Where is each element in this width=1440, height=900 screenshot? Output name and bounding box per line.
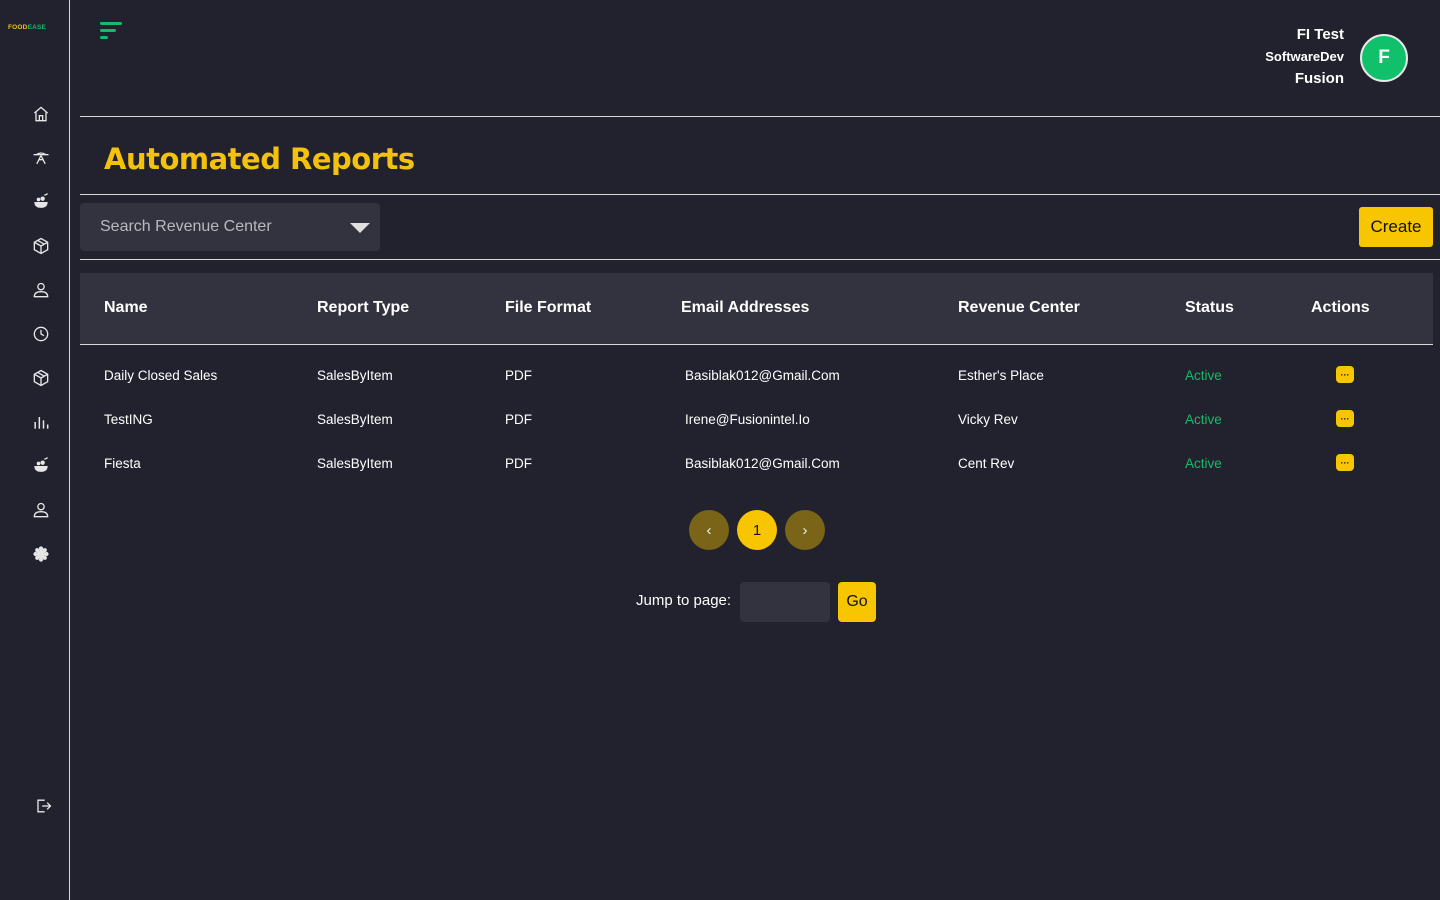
menu-bowl-icon[interactable]	[30, 191, 52, 213]
column-header-report-type[interactable]: Report Type	[317, 299, 409, 317]
package-icon[interactable]	[30, 367, 52, 389]
cell-report-type: SalesByItem	[317, 456, 393, 471]
user-info: FI Test SoftwareDev Fusion	[1265, 24, 1344, 90]
pagination-page-1[interactable]: 1	[737, 510, 777, 550]
table-row[interactable]: TestING SalesByItem PDF Irene@Fusioninte…	[80, 398, 1433, 442]
settings-icon[interactable]	[30, 543, 52, 565]
pagination-next-button[interactable]: ›	[785, 510, 825, 550]
go-button[interactable]: Go	[838, 582, 876, 622]
header-divider	[80, 116, 1440, 117]
jump-to-page-input[interactable]	[740, 582, 830, 622]
user-role: SoftwareDev	[1265, 49, 1344, 64]
row-actions-button[interactable]: ···	[1336, 454, 1354, 471]
cell-email: Basiblak012@Gmail.Com	[685, 456, 840, 471]
cell-revenue-center: Esther's Place	[958, 368, 1044, 383]
sidebar: FOODEASE	[0, 0, 70, 900]
row-actions-button[interactable]: ···	[1336, 366, 1354, 383]
user-icon[interactable]	[30, 279, 52, 301]
cell-revenue-center: Cent Rev	[958, 456, 1015, 471]
cell-email: Irene@Fusionintel.Io	[685, 412, 810, 427]
chevron-down-icon	[350, 223, 370, 233]
table-row[interactable]: Fiesta SalesByItem PDF Basiblak012@Gmail…	[80, 442, 1433, 486]
cell-file-format: PDF	[505, 368, 532, 383]
cell-name: TestING	[104, 412, 153, 427]
page-title: Automated Reports	[104, 142, 415, 176]
food-tray-icon[interactable]	[30, 147, 52, 169]
cell-revenue-center: Vicky Rev	[958, 412, 1018, 427]
create-button[interactable]: Create	[1359, 207, 1433, 247]
account-icon[interactable]	[30, 499, 52, 521]
cell-report-type: SalesByItem	[317, 412, 393, 427]
cell-name: Daily Closed Sales	[104, 368, 218, 383]
row-actions-button[interactable]: ···	[1336, 410, 1354, 427]
cell-status: Active	[1185, 368, 1222, 383]
menu-toggle-icon[interactable]	[98, 20, 126, 42]
user-name: FI Test	[1296, 26, 1344, 43]
cell-status: Active	[1185, 456, 1222, 471]
column-header-status[interactable]: Status	[1185, 299, 1234, 317]
jump-to-page-label: Jump to page:	[636, 592, 732, 609]
table-header: Name Report Type File Format Email Addre…	[80, 273, 1433, 345]
column-header-file-format[interactable]: File Format	[505, 299, 591, 317]
column-header-revenue-center[interactable]: Revenue Center	[958, 299, 1080, 317]
bar-chart-icon[interactable]	[30, 411, 52, 433]
cell-name: Fiesta	[104, 456, 141, 471]
logout-icon[interactable]	[32, 795, 54, 817]
revenue-center-select[interactable]: Search Revenue Center	[80, 203, 380, 251]
column-header-name[interactable]: Name	[104, 299, 148, 317]
avatar[interactable]: F	[1360, 34, 1408, 82]
column-header-actions: Actions	[1311, 299, 1370, 316]
cell-file-format: PDF	[505, 412, 532, 427]
clock-icon[interactable]	[30, 323, 52, 345]
cell-report-type: SalesByItem	[317, 368, 393, 383]
table-row[interactable]: Daily Closed Sales SalesByItem PDF Basib…	[80, 354, 1433, 398]
home-icon[interactable]	[30, 103, 52, 125]
cell-file-format: PDF	[505, 456, 532, 471]
user-org: Fusion	[1294, 70, 1344, 87]
title-divider	[80, 194, 1440, 195]
brand-logo[interactable]: FOODEASE	[8, 24, 60, 32]
box-icon[interactable]	[30, 235, 52, 257]
toolbar-divider	[80, 259, 1440, 260]
food-icon[interactable]	[30, 455, 52, 477]
cell-status: Active	[1185, 412, 1222, 427]
pagination-prev-button[interactable]: ‹	[689, 510, 729, 550]
revenue-center-placeholder: Search Revenue Center	[100, 218, 272, 235]
cell-email: Basiblak012@Gmail.Com	[685, 368, 840, 383]
column-header-email[interactable]: Email Addresses	[681, 299, 809, 317]
